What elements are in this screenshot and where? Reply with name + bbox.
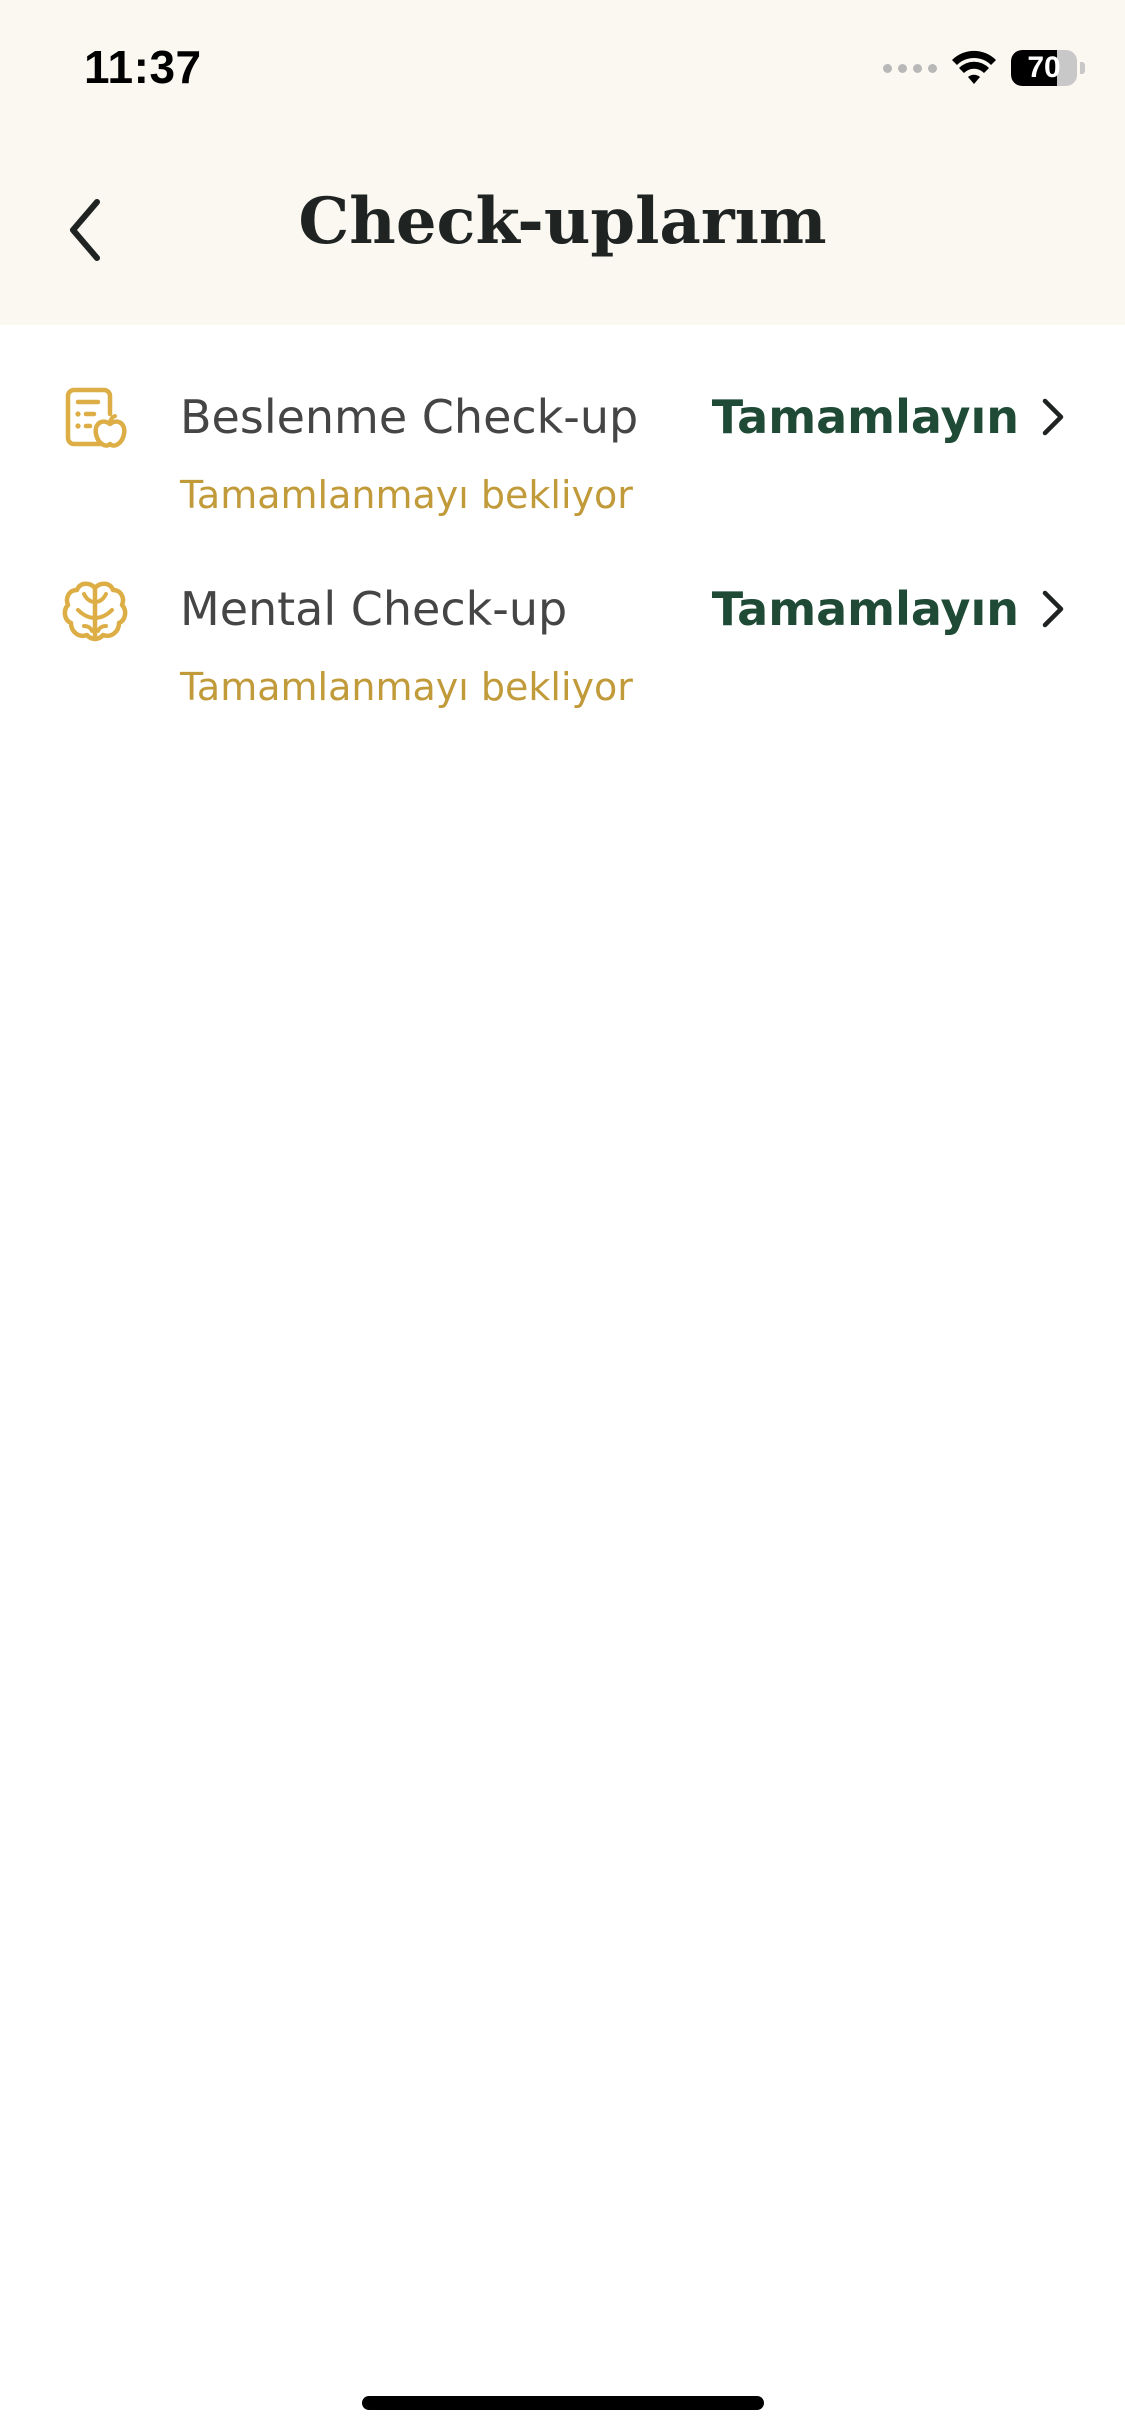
complete-label: Tamamlayın xyxy=(711,582,1019,636)
chevron-right-icon xyxy=(1042,590,1064,628)
complete-button[interactable]: Tamamlayın xyxy=(712,390,1065,444)
complete-label: Tamamlayın xyxy=(711,390,1019,444)
complete-button[interactable]: Tamamlayın xyxy=(712,582,1065,636)
wifi-icon xyxy=(952,50,996,84)
home-indicator[interactable] xyxy=(362,2396,764,2410)
checkup-list: Beslenme Check-up Tamamlanmayı bekliyor … xyxy=(0,368,1125,752)
status-icons: 70 xyxy=(883,46,1085,90)
nutrition-checklist-icon xyxy=(62,386,128,452)
page-title: Check-uplarım xyxy=(298,184,827,259)
chevron-right-icon xyxy=(1042,398,1064,436)
checkup-title: Mental Check-up xyxy=(180,582,568,636)
checkup-row-beslenme[interactable]: Beslenme Check-up Tamamlanmayı bekliyor … xyxy=(0,368,1125,560)
battery-tip xyxy=(1080,62,1085,74)
header-bar: 11:37 70 Check-uplarım xyxy=(0,0,1125,325)
brain-icon xyxy=(62,578,128,644)
checkup-row-mental[interactable]: Mental Check-up Tamamlanmayı bekliyor Ta… xyxy=(0,560,1125,752)
checkup-title: Beslenme Check-up xyxy=(180,390,639,444)
status-time: 11:37 xyxy=(84,41,202,93)
checkup-status: Tamamlanmayı bekliyor xyxy=(180,473,633,517)
checkup-status: Tamamlanmayı bekliyor xyxy=(180,665,633,709)
cellular-signal-icon xyxy=(883,63,937,73)
battery-level: 70 xyxy=(1027,51,1061,84)
battery-icon: 70 xyxy=(1011,50,1077,86)
